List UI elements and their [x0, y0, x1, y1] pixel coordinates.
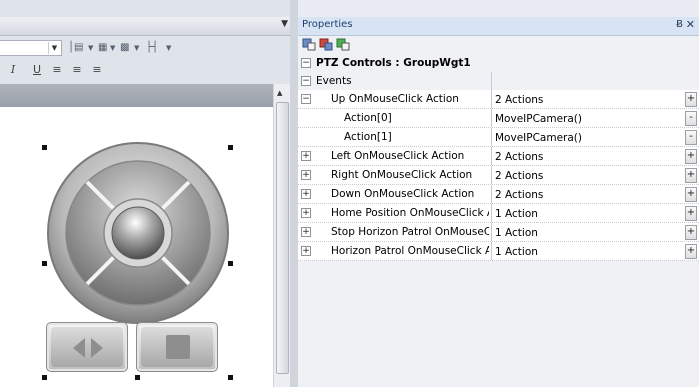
property-pages-icon[interactable] — [336, 38, 350, 51]
property-grid: − PTZ Controls : GroupWgt1 − Events − Up … — [298, 54, 699, 261]
expand-icon[interactable]: + — [301, 208, 311, 218]
remove-action-button[interactable]: - — [685, 111, 697, 126]
expand-icon[interactable]: + — [301, 189, 311, 199]
add-action-button[interactable]: + — [685, 244, 697, 259]
align-right-icon[interactable]: ≡ — [90, 62, 104, 78]
tab-dropdown-icon[interactable]: ▼ — [281, 19, 288, 29]
italic-button[interactable]: I — [6, 62, 20, 78]
stop-button-face — [141, 327, 213, 367]
category-row-events[interactable]: − Events — [298, 72, 699, 90]
horizon-patrol-button-face — [51, 327, 123, 367]
design-pane: ▼ ▼ │▤ ▼ ▦ ▼ ▩ ▼ ├┤ ▼ I U ≡ ≡ ≡ ▲ — [0, 0, 292, 387]
scroll-up-icon[interactable]: ▲ — [277, 89, 282, 97]
property-name: Left OnMouseClick Action — [331, 150, 465, 162]
property-value[interactable]: 1 Action — [491, 204, 685, 222]
property-rows: − Up OnMouseClick Action 2 Actions + Action[… — [298, 90, 699, 261]
collapse-icon[interactable]: − — [301, 76, 311, 86]
categorized-view-icon[interactable] — [302, 38, 316, 51]
selection-handle[interactable] — [228, 375, 233, 380]
property-name: Home Position OnMouseClick Act — [331, 207, 489, 219]
property-name: Horizon Patrol OnMouseClick Acti — [331, 245, 489, 257]
property-name: Up OnMouseClick Action — [331, 93, 459, 105]
collapse-icon[interactable]: − — [301, 58, 311, 68]
align-center-icon[interactable]: ≡ — [70, 62, 84, 78]
object-header-row[interactable]: − PTZ Controls : GroupWgt1 — [298, 54, 699, 72]
close-icon[interactable]: ✕ — [686, 18, 695, 31]
canvas-ruler — [0, 84, 273, 107]
snap-grid-icon[interactable]: ▩ — [120, 41, 129, 55]
pin-icon[interactable]: Ƀ — [676, 19, 683, 30]
property-value[interactable]: 2 Actions — [491, 166, 685, 184]
property-value[interactable]: MoveIPCamera() — [491, 128, 685, 146]
home-position-button[interactable] — [111, 206, 165, 260]
chevron-down-icon[interactable]: ▼ — [88, 41, 93, 55]
distribute-icon[interactable]: ├┤ — [146, 41, 158, 55]
align-left-icon[interactable]: ≡ — [50, 62, 64, 78]
underline-button[interactable]: U — [30, 62, 44, 78]
property-name: Action[0] — [344, 112, 392, 124]
text-format-toolbar: I U ≡ ≡ ≡ — [0, 60, 292, 80]
category-value-cell — [491, 72, 685, 90]
expand-icon[interactable]: + — [301, 170, 311, 180]
stop-icon — [166, 335, 190, 359]
expand-icon[interactable]: + — [301, 227, 311, 237]
add-action-button[interactable]: + — [685, 187, 697, 202]
property-value[interactable]: 1 Action — [491, 242, 685, 260]
chevron-down-icon[interactable]: ▼ — [166, 41, 171, 55]
remove-action-button[interactable]: - — [685, 130, 697, 145]
property-name: Down OnMouseClick Action — [331, 188, 475, 200]
property-value[interactable]: 2 Actions — [491, 90, 685, 108]
add-action-button[interactable]: + — [685, 206, 697, 221]
property-value[interactable]: 1 Action — [491, 223, 685, 241]
property-row[interactable]: + Home Position OnMouseClick Act 1 Action + — [298, 204, 699, 223]
property-value[interactable]: 2 Actions — [491, 185, 685, 203]
property-grid-empty-area — [298, 273, 699, 387]
property-row[interactable]: − Up OnMouseClick Action 2 Actions + — [298, 90, 699, 109]
scroll-thumb[interactable] — [276, 102, 289, 374]
add-action-button[interactable]: + — [685, 168, 697, 183]
properties-title: Properties — [302, 19, 353, 30]
property-row[interactable]: + Down OnMouseClick Action 2 Actions + — [298, 185, 699, 204]
property-row[interactable]: + Left OnMouseClick Action 2 Actions + — [298, 147, 699, 166]
properties-panel: Properties Ƀ ✕ − PTZ Controls : GroupWgt… — [298, 17, 699, 387]
add-action-button[interactable]: + — [685, 225, 697, 240]
expand-icon[interactable]: + — [301, 151, 311, 161]
pane-splitter[interactable] — [290, 0, 298, 387]
property-value[interactable]: MoveIPCamera() — [491, 109, 685, 127]
property-row[interactable]: + Stop Horizon Patrol OnMouseClic 1 Action… — [298, 223, 699, 242]
add-action-button[interactable]: + — [685, 149, 697, 164]
horizontal-arrows-icon — [73, 338, 103, 358]
selection-handle[interactable] — [135, 375, 140, 380]
font-combo[interactable]: ▼ — [0, 40, 62, 56]
object-name: PTZ Controls : GroupWgt1 — [316, 57, 471, 69]
selection-handle[interactable] — [42, 375, 47, 380]
event-view-icon[interactable] — [319, 38, 333, 51]
grid-icon[interactable]: ▦ — [98, 41, 107, 55]
collapse-icon[interactable]: − — [301, 94, 311, 104]
chevron-down-icon[interactable]: ▼ — [48, 42, 60, 54]
property-row[interactable]: Action[0] MoveIPCamera() - — [298, 109, 699, 128]
property-name: Right OnMouseClick Action — [331, 169, 473, 181]
property-value[interactable]: 2 Actions — [491, 147, 685, 165]
property-row[interactable]: Action[1] MoveIPCamera() - — [298, 128, 699, 147]
properties-title-bar: Properties Ƀ ✕ — [298, 17, 699, 36]
horizon-patrol-button[interactable] — [46, 322, 128, 372]
layout-toolbar: ▼ │▤ ▼ ▦ ▼ ▩ ▼ ├┤ ▼ — [0, 38, 292, 58]
category-label: Events — [316, 75, 352, 87]
property-row[interactable]: + Horizon Patrol OnMouseClick Acti 1 Actio… — [298, 242, 699, 261]
property-name: Action[1] — [344, 131, 392, 143]
add-action-button[interactable]: + — [685, 92, 697, 107]
canvas-vertical-scrollbar[interactable]: ▲ — [273, 84, 290, 387]
ptz-joystick[interactable] — [45, 140, 231, 326]
property-name: Stop Horizon Patrol OnMouseClic — [331, 226, 489, 238]
document-tab-bar: ▼ — [0, 17, 292, 36]
stop-horizon-patrol-button[interactable] — [136, 322, 218, 372]
properties-toolbar — [298, 36, 699, 54]
chevron-down-icon[interactable]: ▼ — [134, 41, 139, 55]
expand-icon[interactable]: + — [301, 246, 311, 256]
chevron-down-icon[interactable]: ▼ — [110, 41, 115, 55]
align-left-icon[interactable]: │▤ — [68, 41, 83, 55]
property-row[interactable]: + Right OnMouseClick Action 2 Actions + — [298, 166, 699, 185]
